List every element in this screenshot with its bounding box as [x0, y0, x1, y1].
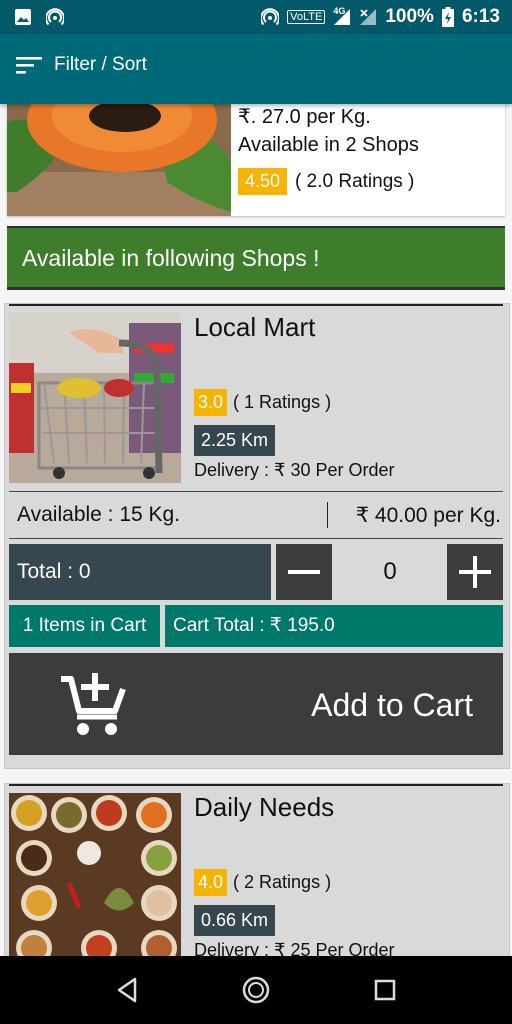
add-to-cart-button[interactable]: Add to Cart	[9, 653, 503, 755]
filter-sort-button[interactable]: Filter / Sort	[16, 54, 147, 76]
status-bar: VoLTE 4G 100% 6:13	[0, 0, 512, 34]
divider	[9, 784, 503, 786]
shop-distance-badge: 0.66 Km	[194, 905, 276, 936]
cart-total-badge[interactable]: Cart Total : ₹ 195.0	[165, 605, 503, 647]
increase-quantity-button[interactable]	[447, 544, 503, 600]
sort-icon	[16, 57, 42, 74]
no-signal-icon	[360, 9, 377, 25]
shop-image-cart	[9, 313, 181, 483]
shops-banner-text: Available in following Shops !	[22, 245, 320, 271]
home-icon[interactable]	[241, 975, 271, 1005]
papaya-image	[7, 104, 231, 216]
app-bar: Filter / Sort	[0, 34, 512, 104]
shop-card-local-mart: Local Mart 3.0 ( 1 Ratings ) 2.25 Km Del…	[4, 303, 510, 769]
shop-delivery-charge: Delivery : ₹ 25 Per Order	[194, 940, 395, 956]
cart-summary-row: 1 Items in Cart Cart Total : ₹ 195.0	[9, 605, 503, 647]
filter-sort-label: Filter / Sort	[54, 54, 147, 75]
volte-indicator: VoLTE	[287, 10, 326, 24]
shops-banner: Available in following Shops !	[7, 226, 505, 290]
clock: 6:13	[461, 6, 500, 27]
battery-percent: 100%	[385, 6, 434, 27]
decrease-quantity-button[interactable]	[276, 544, 332, 600]
shop-ratings-count: ( 2 Ratings )	[233, 872, 332, 892]
recents-icon[interactable]	[370, 975, 400, 1005]
shop-ratings-count: ( 1 Ratings )	[233, 392, 332, 412]
availability-row: Available : 15 Kg. ₹ 40.00 per Kg.	[9, 491, 503, 539]
divider	[9, 304, 503, 306]
shop-distance-badge: 2.25 Km	[194, 425, 276, 456]
product-ratings-count: ( 2.0 Ratings )	[295, 170, 415, 192]
add-to-cart-label: Add to Cart	[311, 687, 473, 723]
add-to-cart-icon	[61, 673, 126, 735]
product-shops-count: Available in 2 Shops	[238, 134, 419, 156]
shop-rating-badge: 4.0	[194, 869, 228, 896]
product-price: ₹. 27.0 per Kg.	[238, 106, 371, 128]
quantity-row: Total : 0 0	[9, 544, 503, 600]
shop-name: Local Mart	[194, 312, 316, 342]
product-rating-badge: 4.50	[238, 168, 288, 195]
image-icon	[15, 9, 31, 25]
network-type: 4G	[333, 6, 346, 16]
product-card: ₹. 27.0 per Kg. Available in 2 Shops 4.5…	[7, 104, 505, 216]
battery-charging-icon	[441, 7, 454, 27]
items-in-cart-badge[interactable]: 1 Items in Cart	[9, 605, 160, 647]
total-label: Total : 0	[17, 560, 91, 583]
divider	[327, 502, 328, 528]
shop-image-spices	[9, 793, 181, 956]
minus-icon	[288, 570, 320, 574]
quantity-value: 0	[383, 558, 397, 585]
plus-icon	[459, 556, 491, 588]
shop-delivery-charge: Delivery : ₹ 30 Per Order	[194, 460, 395, 480]
hotspot-icon	[46, 8, 64, 26]
hotspot-icon	[261, 8, 280, 26]
available-quantity: Available : 15 Kg.	[17, 503, 181, 526]
content-scroll[interactable]: ₹. 27.0 per Kg. Available in 2 Shops 4.5…	[0, 104, 512, 956]
shop-price: ₹ 40.00 per Kg.	[355, 504, 501, 527]
back-icon[interactable]	[113, 975, 143, 1005]
shop-card-daily-needs: Daily Needs 4.0 ( 2 Ratings ) 0.66 Km De…	[4, 783, 510, 956]
shop-name: Daily Needs	[194, 792, 335, 822]
cart-total-label: Cart Total : ₹ 195.0	[173, 615, 335, 636]
system-nav-bar	[0, 956, 512, 1024]
total-box: Total : 0	[9, 544, 271, 600]
shop-rating-badge: 3.0	[194, 389, 228, 416]
